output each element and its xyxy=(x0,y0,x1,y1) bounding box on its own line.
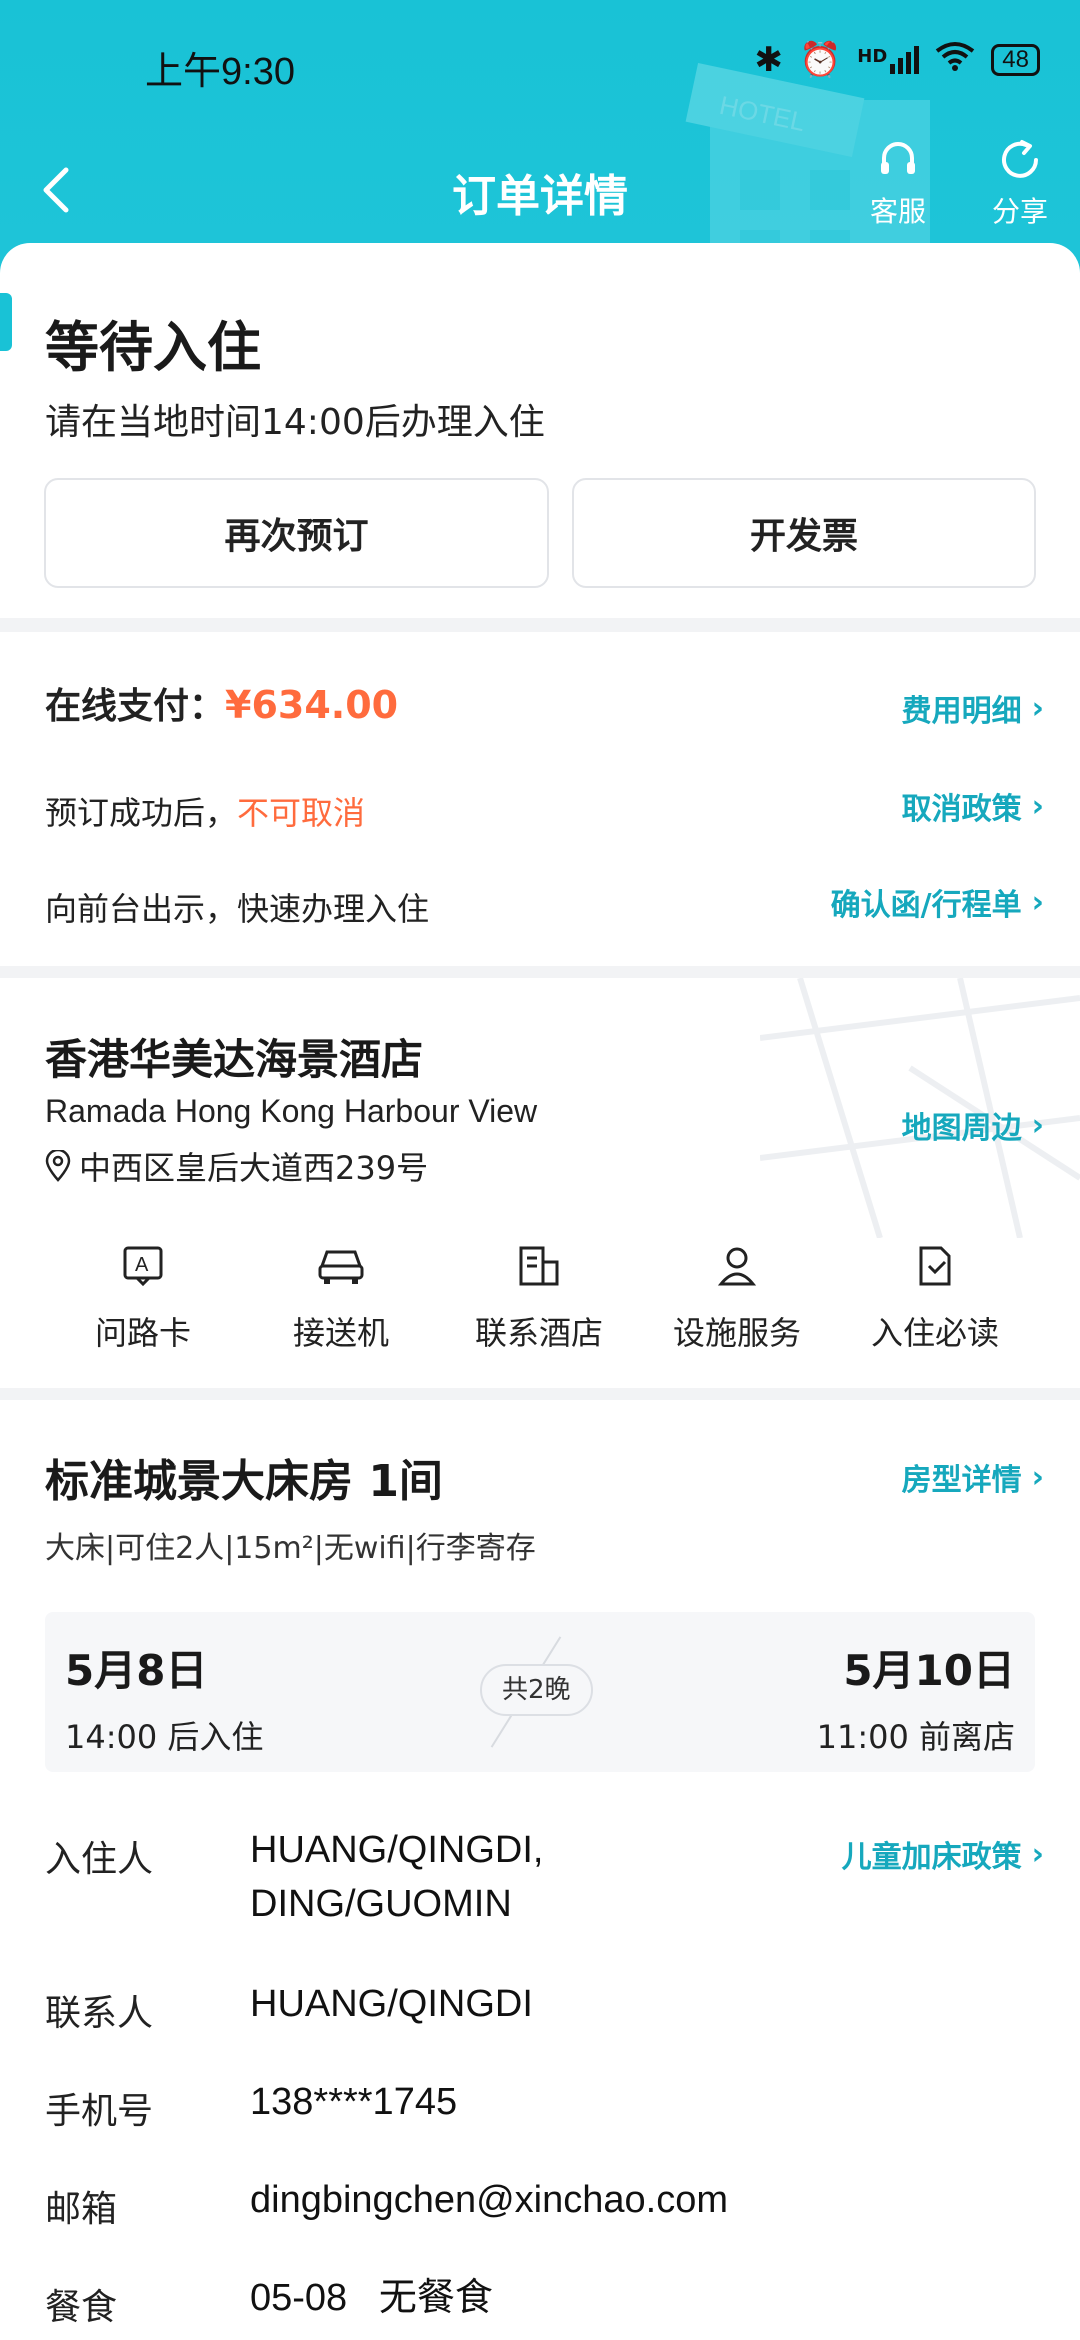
map-nearby-label: 地图周边 xyxy=(901,1111,1022,1146)
rebook-button[interactable]: 再次预订 xyxy=(44,478,549,588)
status-accent-bar xyxy=(0,293,12,351)
customer-service-label: 客服 xyxy=(869,195,926,228)
checkout-date: 5月10日 xyxy=(843,1646,1015,1695)
chevron-right-icon: › xyxy=(1031,884,1044,920)
map-nearby-link[interactable]: 地图周边 › xyxy=(902,1103,1044,1147)
network-type: HD xyxy=(857,46,888,67)
cancel-policy-label: 取消政策 xyxy=(901,792,1022,827)
contact-hotel-icon xyxy=(440,1236,638,1296)
service-direction-card[interactable]: A 问路卡 xyxy=(44,1236,242,1354)
checkin-notice: 请在当地时间14:00后办理入住 xyxy=(45,402,545,443)
status-bar: 上午9:30 ✱ ⏰ HD 48 xyxy=(0,0,1080,130)
service-airport-transfer[interactable]: 接送机 xyxy=(242,1236,440,1354)
svg-text:A: A xyxy=(135,1254,149,1276)
frontdesk-label: 向前台出示，快速办理入住 xyxy=(45,890,430,928)
alarm-icon: ⏰ xyxy=(798,40,842,80)
guest-label: 入住人 xyxy=(45,1839,154,1880)
contact-label: 联系人 xyxy=(45,1993,154,2034)
checkin-time: 14:00 后入住 xyxy=(65,1718,264,1756)
checkin-date: 5月8日 xyxy=(65,1646,208,1695)
payment-row: 在线支付：¥634.00 xyxy=(45,677,398,729)
battery-indicator: 48 xyxy=(991,44,1040,76)
location-pin-icon xyxy=(45,1150,71,1182)
confirmation-link[interactable]: 确认函/行程单 › xyxy=(831,880,1044,924)
payment-label: 在线支付： xyxy=(45,686,226,727)
share-button[interactable]: 分享 xyxy=(970,130,1070,230)
payment-card: 在线支付：¥634.00 费用明细 › 预订成功后，不可取消 取消政策 › 向前… xyxy=(0,632,1080,966)
cancel-prefix: 预订成功后， xyxy=(45,794,238,832)
chevron-right-icon: › xyxy=(1031,1459,1044,1495)
car-icon xyxy=(242,1236,440,1296)
notice-icon xyxy=(836,1236,1034,1296)
facility-icon xyxy=(638,1236,836,1296)
confirmation-label: 确认函/行程单 xyxy=(830,888,1022,923)
email-value: dingbingchen@xinchao.com xyxy=(250,2179,728,2221)
phone-value: 138****1745 xyxy=(250,2081,458,2123)
room-detail-link[interactable]: 房型详情 › xyxy=(902,1455,1044,1499)
customer-service-button[interactable]: 客服 xyxy=(848,130,948,230)
room-card: 标准城景大床房 1间 房型详情 › 大床|可住2人|15m²|无wifi|行李寄… xyxy=(0,1400,1080,2340)
room-detail-label: 房型详情 xyxy=(901,1463,1022,1498)
guest-name: DING/GUOMIN xyxy=(250,1883,512,1925)
chevron-right-icon: › xyxy=(1031,690,1044,726)
service-checkin-notice[interactable]: 入住必读 xyxy=(836,1236,1034,1354)
fee-detail-label: 费用明细 xyxy=(901,694,1022,729)
child-policy-link[interactable]: 儿童加床政策 › xyxy=(842,1832,1044,1876)
cancel-status: 不可取消 xyxy=(237,794,366,832)
hotel-name-en: Ramada Hong Kong Harbour View xyxy=(45,1093,538,1129)
room-features: 大床|可住2人|15m²|无wifi|行李寄存 xyxy=(45,1531,536,1566)
child-policy-label: 儿童加床政策 xyxy=(841,1840,1022,1875)
service-contact-hotel[interactable]: 联系酒店 xyxy=(440,1236,638,1354)
status-icons: ✱ ⏰ HD 48 xyxy=(754,40,1040,80)
fee-detail-link[interactable]: 费用明细 › xyxy=(902,686,1044,730)
service-label: 问路卡 xyxy=(94,1314,191,1352)
service-label: 入住必读 xyxy=(870,1314,999,1352)
checkout-time: 11:00 前离店 xyxy=(816,1718,1015,1756)
direction-card-icon: A xyxy=(44,1236,242,1296)
status-time: 上午9:30 xyxy=(145,51,295,93)
hotel-card: 香港华美达海景酒店 Ramada Hong Kong Harbour View … xyxy=(0,978,1080,1388)
hotel-name: 香港华美达海景酒店 xyxy=(45,1035,424,1084)
meal-value: 05-08 无餐食 xyxy=(250,2277,493,2319)
guest-names: HUANG/QINGDI, DING/GUOMIN xyxy=(250,1823,543,1931)
cancel-row: 预订成功后，不可取消 xyxy=(45,788,365,834)
nights-badge: 共2晚 xyxy=(480,1664,593,1716)
wifi-icon xyxy=(935,40,975,80)
chevron-right-icon: › xyxy=(1031,1107,1044,1143)
room-title: 标准城景大床房 1间 xyxy=(45,1456,443,1507)
checkout-block: 5月10日 11:00 前离店 xyxy=(817,1637,1015,1758)
cancel-policy-link[interactable]: 取消政策 › xyxy=(902,784,1044,828)
hotel-address-text: 中西区皇后大道西239号 xyxy=(79,1149,429,1187)
contact-value: HUANG/QINGDI xyxy=(250,1983,533,2025)
bluetooth-icon: ✱ xyxy=(754,40,783,80)
service-facilities[interactable]: 设施服务 xyxy=(638,1236,836,1354)
order-status-title: 等待入住 xyxy=(45,316,261,379)
phone-label: 手机号 xyxy=(45,2091,154,2132)
signal-icon: HD xyxy=(857,46,920,74)
chevron-right-icon: › xyxy=(1031,788,1044,824)
payment-amount: ¥634.00 xyxy=(225,683,399,727)
service-label: 接送机 xyxy=(292,1314,389,1352)
invoice-button[interactable]: 开发票 xyxy=(572,478,1036,588)
share-icon xyxy=(970,130,1070,190)
headset-icon xyxy=(848,130,948,190)
stay-dates: 5月8日 14:00 后入住 共2晚 5月10日 11:00 前离店 xyxy=(45,1612,1035,1772)
order-status-card: 等待入住 请在当地时间14:00后办理入住 再次预订 开发票 xyxy=(0,243,1080,618)
checkin-block: 5月8日 14:00 后入住 xyxy=(65,1637,263,1758)
share-label: 分享 xyxy=(991,195,1048,228)
hotel-service-row: A 问路卡 接送机 联系酒店 设施服务 入住必读 xyxy=(0,1236,1080,1354)
service-label: 联系酒店 xyxy=(474,1314,603,1352)
meal-label: 餐食 xyxy=(45,2287,118,2328)
guest-name: HUANG/QINGDI, xyxy=(250,1829,544,1871)
email-label: 邮箱 xyxy=(45,2189,118,2230)
hotel-address: 中西区皇后大道西239号 xyxy=(45,1143,428,1189)
chevron-right-icon: › xyxy=(1031,1836,1044,1872)
nav-bar: 订单详情 客服 分享 xyxy=(0,130,1080,250)
service-label: 设施服务 xyxy=(672,1314,801,1352)
